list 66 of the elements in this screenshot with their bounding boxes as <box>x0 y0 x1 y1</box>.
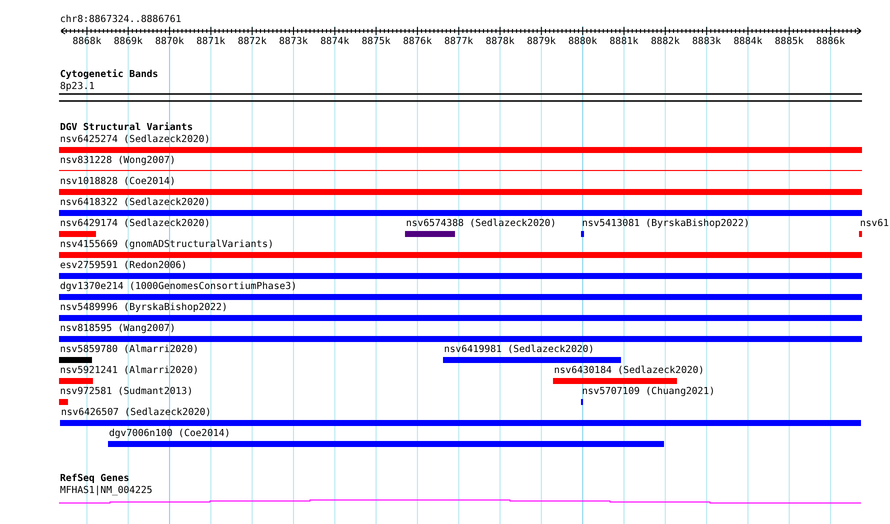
ruler-tick-label: 8884k <box>732 36 763 47</box>
variant-bar[interactable] <box>59 189 862 195</box>
variant-label: nsv6425274 (Sedlazeck2020) <box>59 134 210 145</box>
variant-bar[interactable] <box>581 231 584 237</box>
variant-bar[interactable] <box>59 294 862 300</box>
ruler-tick-label: 8880k <box>568 36 598 47</box>
variant-bar[interactable] <box>60 420 861 426</box>
variant-label: nsv831228 (Wong2007) <box>59 155 176 166</box>
variant-label: nsv5921241 (Almarri2020) <box>59 365 199 376</box>
variant-label: nsv5489996 (ByrskaBishop2022) <box>59 302 228 313</box>
gene-label: MFHAS1|NM_004225 <box>59 485 154 497</box>
ruler-tick-label: 8874k <box>320 36 350 47</box>
ruler-tick-label: 8871k <box>196 36 226 47</box>
variant-label: nsv6429174 (Sedlazeck2020) <box>59 218 210 229</box>
variant-bar[interactable] <box>108 441 664 447</box>
ruler-tick-label: 8883k <box>692 36 722 47</box>
variant-bar[interactable] <box>59 210 862 216</box>
ruler-tick-label: 8876k <box>402 36 432 47</box>
variant-bar[interactable] <box>59 273 862 279</box>
variant-bar[interactable] <box>59 231 96 237</box>
variant-label: nsv6418322 (Sedlazeck2020) <box>59 197 210 208</box>
variant-bar[interactable] <box>553 378 677 384</box>
band-label: 8p23.1 <box>59 81 96 93</box>
ruler-tick-label: 8886k <box>816 36 846 47</box>
location-label: chr8:8867324..8886761 <box>60 14 182 26</box>
ruler-tick-label: 8869k <box>113 36 144 47</box>
ruler-tick-label: 8881k <box>608 36 639 47</box>
variant-bar[interactable] <box>59 399 68 405</box>
variant-label: nsv4155669 (gnomADStructuralVariants) <box>59 239 274 250</box>
variant-bar[interactable] <box>59 252 862 258</box>
track-title: Cytogenetic Bands <box>59 69 160 81</box>
gene-line[interactable] <box>59 499 862 505</box>
variant-label: nsv6419981 (Sedlazeck2020) <box>443 344 594 355</box>
variant-label: nsv5859780 (Almarri2020) <box>59 344 199 355</box>
variant-label: nsv5413081 (ByrskaBishop2022) <box>581 218 750 229</box>
variant-bar[interactable] <box>859 231 862 237</box>
variant-label: nsv6426507 (Sedlazeck2020) <box>60 407 212 418</box>
variant-bar[interactable] <box>59 378 93 384</box>
variant-bar[interactable] <box>405 231 455 237</box>
ruler-tick-label: 8878k <box>485 36 516 47</box>
variant-bar[interactable] <box>59 147 862 153</box>
variant-label: nsv1018828 (Coe2014) <box>59 176 176 187</box>
variant-bar[interactable] <box>59 336 862 342</box>
variant-label: nsv818595 (Wang2007) <box>59 323 176 334</box>
ruler-tick-label: 8885k <box>774 36 804 47</box>
track-title: RefSeq Genes <box>59 473 130 485</box>
variant-label: nsv6574388 (Sedlazeck2020) <box>405 218 556 229</box>
ruler-tick-label: 8870k <box>154 36 185 47</box>
ruler-tick-label: 8875k <box>361 36 392 47</box>
variant-label: dgv1370e214 (1000GenomesConsortiumPhase3) <box>59 281 297 292</box>
variant-bar[interactable] <box>59 357 92 363</box>
track-title: DGV Structural Variants <box>59 122 194 134</box>
variant-bar[interactable] <box>443 357 621 363</box>
variant-label: nsv5707109 (Chuang2021) <box>581 386 715 397</box>
ruler-tick-label: 8873k <box>278 36 308 47</box>
variant-label: nsv6430184 (Sedlazeck2020) <box>553 365 704 376</box>
variant-label: nsv972581 (Sudmant2013) <box>59 386 193 397</box>
variant-label: nsv61 <box>859 218 889 229</box>
ruler-tick-label: 8879k <box>526 36 556 47</box>
ruler-tick-label: 8882k <box>650 36 680 47</box>
variant-bar[interactable] <box>59 315 862 321</box>
variant-label: dgv7006n100 (Coe2014) <box>108 428 230 439</box>
ruler-tick-label: 8872k <box>237 36 268 47</box>
ruler-tick-label: 8877k <box>444 36 474 47</box>
variant-label: esv2759591 (Redon2006) <box>59 260 188 271</box>
ruler-tick-label: 8868k <box>72 36 102 47</box>
